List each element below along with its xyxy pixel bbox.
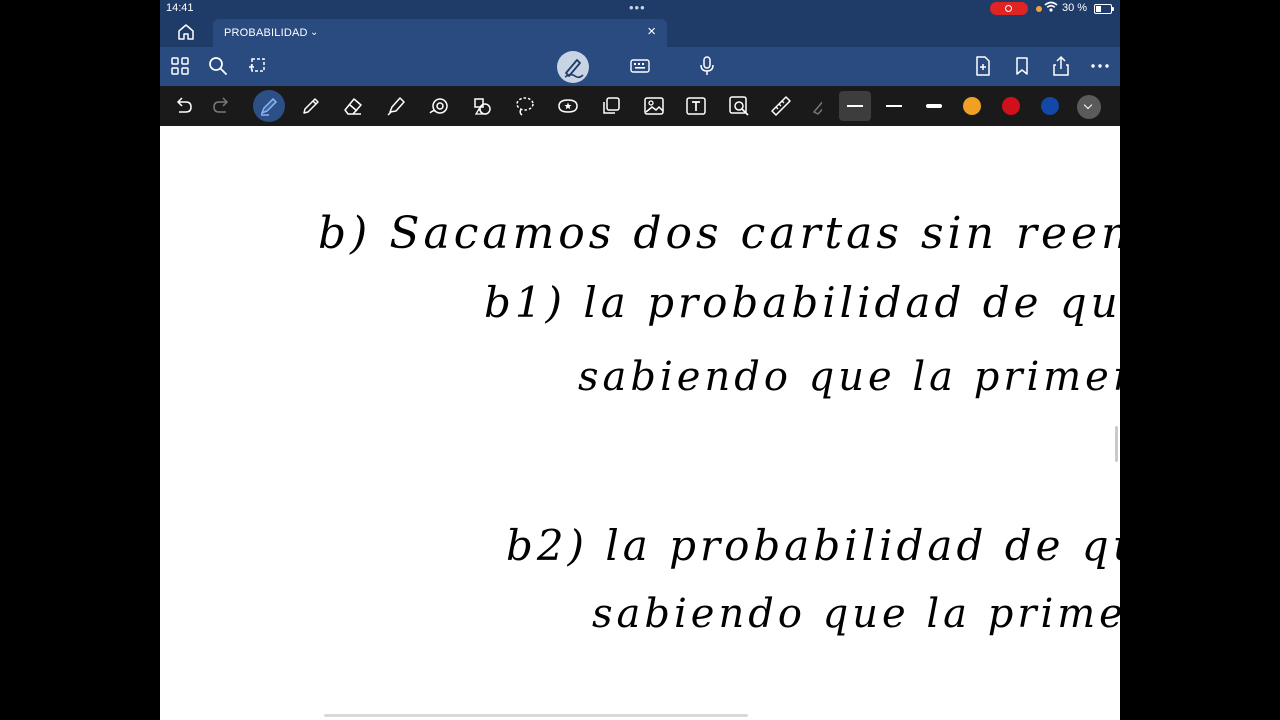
stroke-medium-swatch[interactable] — [878, 96, 910, 116]
tab-bar: PROBABILIDAD ⌄ × — [160, 17, 1120, 47]
share-icon[interactable] — [1050, 55, 1072, 77]
redo-icon[interactable] — [210, 94, 234, 118]
color-orange-swatch[interactable] — [963, 97, 981, 115]
undo-icon[interactable] — [171, 94, 195, 118]
screen-record-icon — [990, 2, 1028, 15]
highlighter-icon[interactable] — [384, 94, 408, 118]
main-toolbar — [160, 47, 1120, 86]
elements-icon[interactable] — [470, 94, 494, 118]
sticker-icon[interactable] — [556, 94, 580, 118]
bookmark-icon[interactable] — [1011, 55, 1033, 77]
copy-icon[interactable] — [599, 94, 623, 118]
pen-mode-icon[interactable] — [557, 51, 589, 83]
laser-icon[interactable] — [808, 94, 822, 118]
text-icon[interactable] — [684, 94, 708, 118]
grid-icon[interactable] — [169, 55, 191, 77]
mic-indicator-icon — [1036, 6, 1042, 12]
battery-percentage: 30 % — [1062, 2, 1088, 14]
status-time: 14:41 — [166, 2, 194, 14]
ruler-icon[interactable] — [769, 94, 793, 118]
app-screen: 14:41 ••• 30 % PROBABILIDAD ⌄ × b) Sacam… — [160, 0, 1120, 720]
microphone-icon[interactable] — [696, 55, 718, 77]
add-page-icon[interactable] — [972, 55, 994, 77]
search-icon[interactable] — [207, 55, 229, 77]
vertical-scrollbar[interactable] — [1115, 426, 1118, 462]
home-icon[interactable] — [176, 23, 196, 41]
note-line-2: b1) la probabilidad de que la — [484, 278, 1120, 327]
stroke-thick-swatch[interactable] — [918, 96, 950, 116]
status-bar: 14:41 ••• 30 % — [160, 0, 1120, 17]
color-red-swatch[interactable] — [1002, 97, 1020, 115]
chevron-down-icon[interactable] — [1077, 95, 1101, 119]
color-blue-swatch[interactable] — [1041, 97, 1059, 115]
battery-icon — [1094, 4, 1114, 14]
note-canvas[interactable]: b) Sacamos dos cartas sin reemplaz b1) l… — [160, 126, 1120, 720]
close-icon[interactable]: × — [647, 24, 656, 39]
home-indicator[interactable] — [324, 714, 748, 717]
chevron-down-icon[interactable]: ⌄ — [310, 27, 318, 38]
more-icon[interactable] — [1089, 55, 1111, 77]
note-line-3: sabiendo que la primera u — [578, 354, 1120, 400]
keyboard-icon[interactable] — [629, 55, 651, 77]
lasso-select-icon[interactable] — [247, 55, 269, 77]
image-icon[interactable] — [642, 94, 666, 118]
scan-icon[interactable] — [727, 94, 751, 118]
tab-title: PROBABILIDAD — [224, 27, 308, 39]
pen-icon[interactable] — [253, 90, 285, 122]
pencil-icon[interactable] — [299, 94, 323, 118]
note-line-4: b2) la probabilidad de que la — [506, 521, 1120, 570]
tab-probabilidad[interactable]: PROBABILIDAD ⌄ × — [213, 19, 667, 47]
multitask-dots-icon[interactable]: ••• — [629, 0, 646, 15]
eraser-icon[interactable] — [341, 94, 365, 118]
note-line-1: b) Sacamos dos cartas sin reemplaz — [318, 208, 1120, 259]
shape-icon[interactable] — [427, 94, 451, 118]
note-line-5: sabiendo que la primer — [592, 591, 1120, 637]
wifi-icon — [1044, 1, 1058, 16]
stroke-thin-swatch[interactable] — [839, 91, 871, 121]
tools-bar — [160, 86, 1120, 126]
lasso-icon[interactable] — [513, 94, 537, 118]
